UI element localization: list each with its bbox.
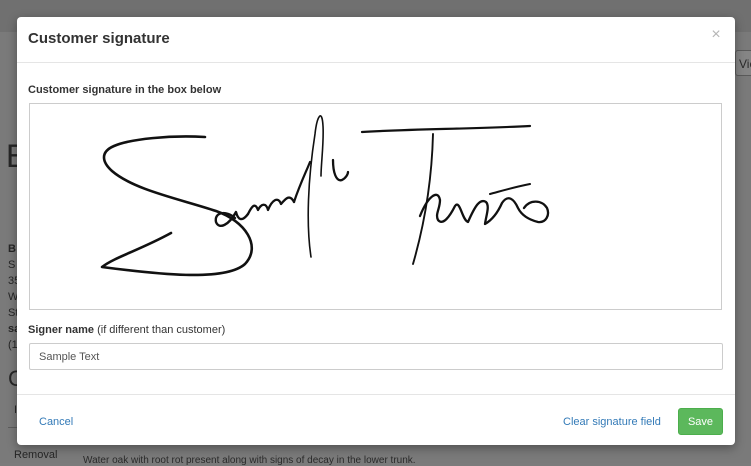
signer-name-label-note: (if different than customer)	[94, 324, 226, 336]
signature-stroke	[307, 115, 325, 258]
save-button[interactable]: Save	[678, 408, 723, 435]
signature-stroke	[489, 183, 531, 195]
signature-stroke	[292, 160, 312, 204]
background-removal-label: Removal	[14, 449, 58, 461]
signature-label: Customer signature in the box below	[28, 84, 222, 96]
clear-signature-button[interactable]: Clear signature field	[563, 416, 661, 428]
signature-stroke	[214, 210, 250, 227]
signer-name-label: Signer name (if different than customer)	[28, 324, 225, 336]
signature-pad[interactable]	[29, 103, 722, 310]
signature-drawing	[100, 115, 550, 277]
signature-stroke	[360, 124, 532, 134]
signature-stroke	[100, 135, 254, 277]
modal-footer: Cancel Clear signature field Save	[17, 394, 735, 446]
signature-modal: Customer signature × Customer signature …	[17, 17, 735, 445]
signature-stroke	[418, 193, 550, 226]
background-view-button: Vie	[735, 50, 751, 76]
close-icon[interactable]: ×	[709, 26, 723, 44]
signer-name-label-bold: Signer name	[28, 324, 95, 336]
signer-name-input[interactable]	[29, 343, 723, 370]
background-note-text: Water oak with root rot present along wi…	[83, 455, 416, 466]
modal-title: Customer signature	[28, 30, 170, 47]
cancel-button[interactable]: Cancel	[39, 416, 73, 428]
signature-stroke	[246, 196, 296, 216]
modal-header: Customer signature ×	[17, 17, 735, 63]
signature-stroke	[331, 158, 350, 182]
